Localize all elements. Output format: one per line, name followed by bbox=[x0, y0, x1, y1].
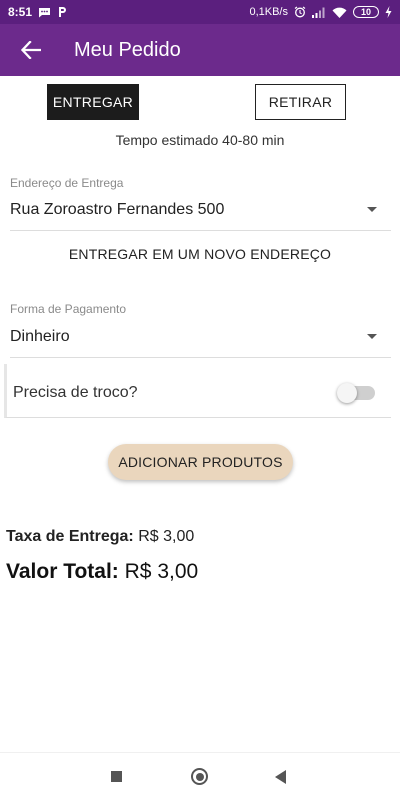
page-title: Meu Pedido bbox=[74, 38, 181, 61]
estimated-time: Tempo estimado 40-80 min bbox=[115, 132, 285, 148]
battery-icon: 10 bbox=[353, 6, 379, 18]
delivery-fee-label: Taxa de Entrega: bbox=[6, 528, 134, 545]
delivery-fee-value: R$ 3,00 bbox=[138, 528, 195, 545]
order-total: Valor Total: R$ 3,00 bbox=[6, 560, 198, 584]
home-icon[interactable] bbox=[191, 768, 208, 785]
change-toggle[interactable] bbox=[337, 383, 375, 403]
system-nav-bar bbox=[0, 752, 400, 800]
charging-icon bbox=[385, 6, 392, 18]
address-value: Rua Zoroastro Fernandes 500 bbox=[10, 201, 225, 218]
address-dropdown[interactable]: Endereço de Entrega Rua Zoroastro Fernan… bbox=[10, 176, 391, 231]
payment-value: Dinheiro bbox=[10, 328, 70, 345]
order-total-value: R$ 3,00 bbox=[124, 560, 199, 583]
signal-icon bbox=[312, 7, 326, 18]
back-button[interactable] bbox=[0, 24, 62, 76]
change-row: Precisa de troco? bbox=[4, 364, 391, 418]
toggle-knob bbox=[337, 383, 357, 403]
payment-label: Forma de Pagamento bbox=[10, 302, 127, 316]
recents-icon[interactable] bbox=[111, 771, 122, 782]
chevron-down-icon bbox=[367, 207, 377, 212]
parking-icon bbox=[57, 6, 67, 18]
network-speed: 0,1KB/s bbox=[249, 6, 288, 18]
order-total-label: Valor Total: bbox=[6, 560, 119, 583]
address-label: Endereço de Entrega bbox=[10, 176, 124, 190]
status-time: 8:51 bbox=[8, 5, 33, 19]
new-address-button[interactable]: ENTREGAR EM UM NOVO ENDEREÇO bbox=[0, 246, 400, 262]
status-left: 8:51 bbox=[8, 5, 67, 19]
delivery-mode-toggle: ENTREGAR RETIRAR bbox=[0, 84, 400, 122]
wifi-icon bbox=[332, 7, 347, 18]
arrow-left-icon bbox=[21, 41, 41, 59]
add-products-button[interactable]: ADICIONAR PRODUTOS bbox=[108, 444, 293, 480]
alarm-icon bbox=[294, 6, 306, 18]
deliver-button[interactable]: ENTREGAR bbox=[47, 84, 139, 120]
delivery-fee: Taxa de Entrega: R$ 3,00 bbox=[6, 528, 194, 546]
status-right: 0,1KB/s 10 bbox=[249, 6, 392, 18]
pickup-button[interactable]: RETIRAR bbox=[255, 84, 346, 120]
app-bar: Meu Pedido bbox=[0, 24, 400, 76]
back-icon[interactable] bbox=[275, 770, 286, 784]
payment-dropdown[interactable]: Forma de Pagamento Dinheiro bbox=[10, 302, 391, 358]
chat-icon bbox=[38, 7, 51, 18]
chevron-down-icon bbox=[367, 334, 377, 339]
change-label: Precisa de troco? bbox=[13, 384, 138, 401]
battery-level: 10 bbox=[360, 7, 371, 17]
status-bar: 8:51 0,1KB/s 10 bbox=[0, 0, 400, 24]
